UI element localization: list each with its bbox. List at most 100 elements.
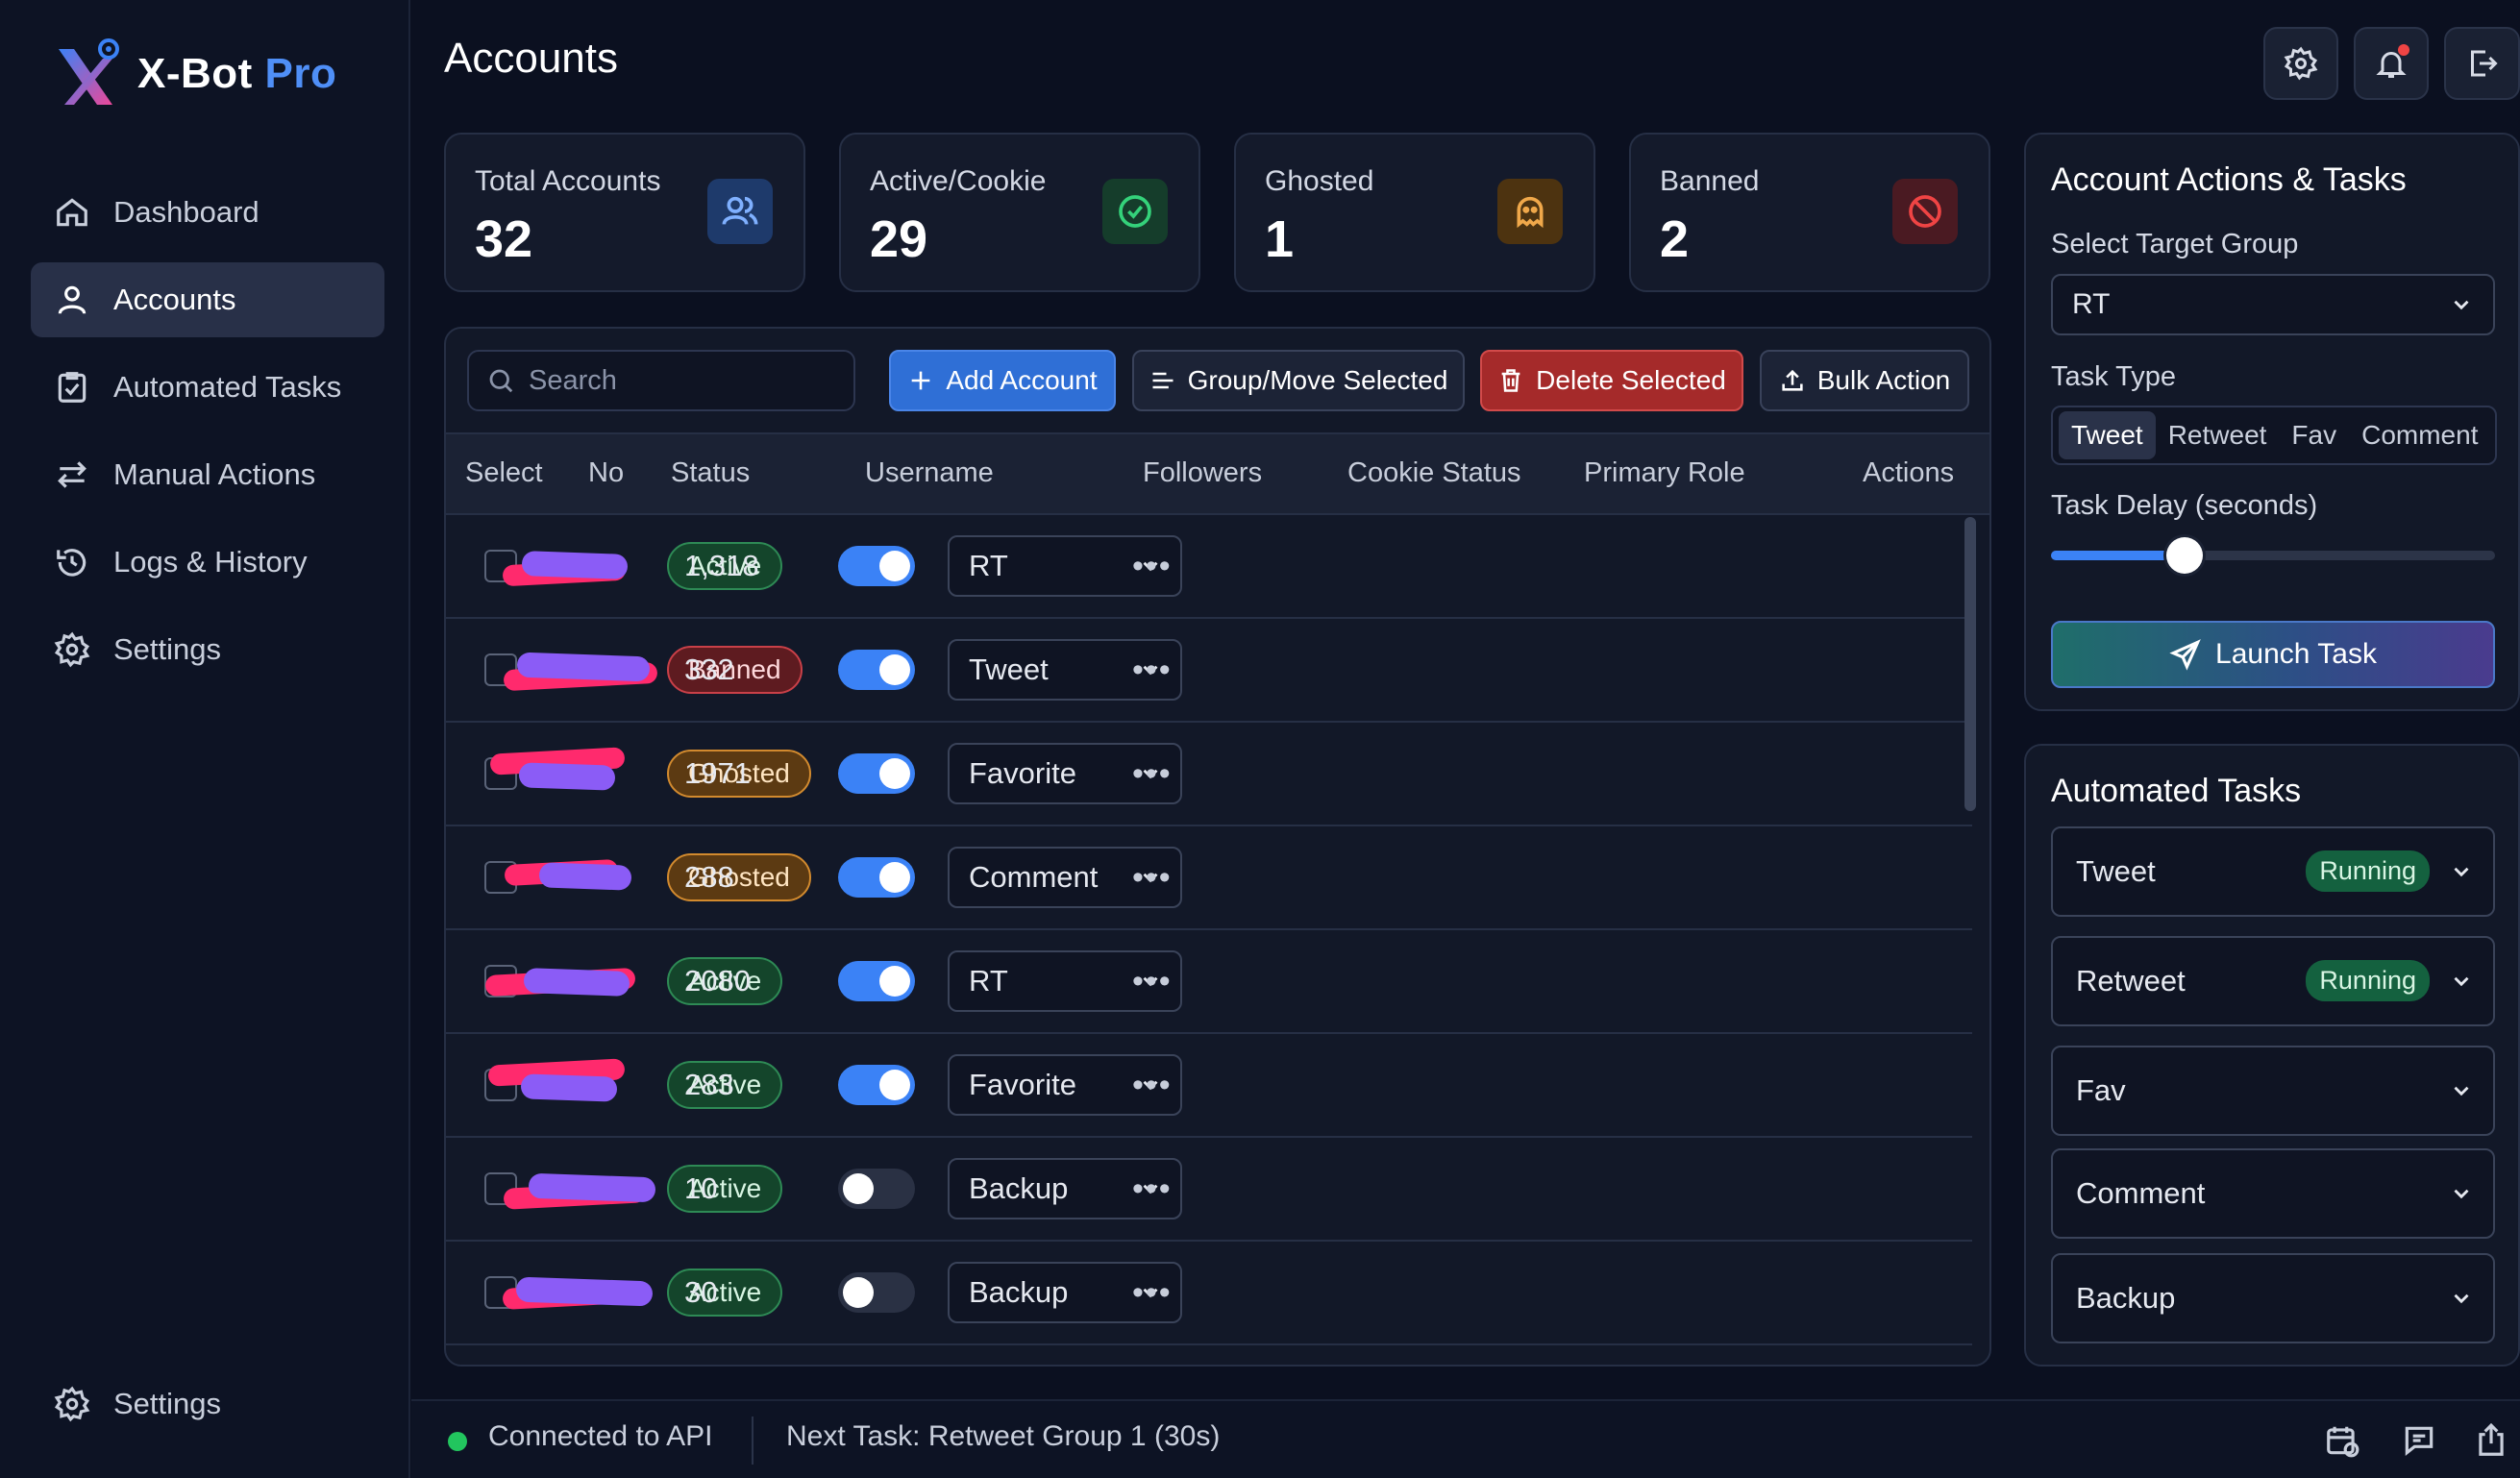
sidebar-item-logs-history[interactable]: Logs & History — [31, 525, 384, 600]
next-task-text: Next Task: Retweet Group 1 (30s) — [786, 1420, 1221, 1452]
column-header-followers: Followers — [1143, 457, 1263, 488]
stat-value: 29 — [870, 210, 928, 268]
table-row[interactable]: 1 Active 1,318 RT ••• — [446, 515, 1972, 619]
panel-title: Account Actions & Tasks — [2051, 161, 2407, 198]
more-actions-icon[interactable]: ••• — [1132, 755, 1173, 793]
username-redacted — [489, 723, 626, 825]
cookie-toggle[interactable] — [838, 753, 915, 794]
cookie-status-cell — [838, 826, 915, 928]
delete-selected-button[interactable]: Delete Selected — [1480, 350, 1743, 411]
task-status-badge: Running — [2306, 850, 2430, 893]
search-box[interactable] — [467, 350, 855, 411]
table-row[interactable]: 5 Active 2080 RT ••• — [446, 930, 1972, 1034]
task-type-retweet[interactable]: Retweet — [2156, 411, 2280, 459]
table-row[interactable]: 7 Active 10 Backup ••• — [446, 1138, 1972, 1242]
search-input[interactable] — [529, 364, 836, 397]
more-actions-icon[interactable]: ••• — [1132, 548, 1173, 585]
redaction-mark — [503, 641, 658, 699]
automated-task-item[interactable]: Fav — [2051, 1045, 2495, 1136]
divider — [752, 1416, 754, 1465]
slider-handle[interactable] — [2165, 537, 2203, 574]
status-bar: Connected to API Next Task: Retweet Grou… — [411, 1399, 2520, 1478]
cookie-toggle[interactable] — [838, 961, 915, 1001]
stat-card-ghosted: Ghosted 1 — [1234, 133, 1595, 292]
more-actions-icon[interactable]: ••• — [1132, 963, 1173, 1000]
history-icon — [54, 544, 90, 580]
primary-role-value: Comment — [969, 860, 1099, 894]
actions-cell: ••• — [1132, 1034, 1173, 1136]
stat-value: 1 — [1265, 210, 1295, 268]
share-icon[interactable] — [2473, 1422, 2509, 1459]
primary-role-value: Backup — [969, 1275, 1069, 1309]
actions-cell: ••• — [1132, 1242, 1173, 1343]
chat-icon[interactable] — [2401, 1422, 2437, 1459]
chevron-down-icon — [2454, 1189, 2469, 1198]
target-group-select[interactable]: RT — [2051, 274, 2495, 335]
automated-task-item[interactable]: Tweet Running — [2051, 825, 2495, 917]
cookie-toggle[interactable] — [838, 857, 915, 898]
more-actions-icon[interactable]: ••• — [1132, 1067, 1173, 1104]
cookie-toggle[interactable] — [838, 546, 915, 586]
more-actions-icon[interactable]: ••• — [1132, 1274, 1173, 1312]
cookie-toggle[interactable] — [838, 650, 915, 690]
more-actions-icon[interactable]: ••• — [1132, 652, 1173, 689]
cookie-toggle[interactable] — [838, 1169, 915, 1209]
notifications-button[interactable] — [2354, 27, 2429, 100]
sidebar-item-label: Dashboard — [113, 195, 259, 229]
logout-button[interactable] — [2444, 27, 2520, 100]
sidebar-item-settings-bottom[interactable]: Settings — [31, 1367, 384, 1441]
task-type-fav[interactable]: Fav — [2279, 411, 2349, 459]
automated-task-item[interactable]: Retweet Running — [2051, 935, 2495, 1026]
followers-count: 1971 — [684, 756, 751, 790]
swap-arrows-icon — [54, 456, 90, 493]
automated-task-item[interactable]: Comment — [2051, 1147, 2495, 1239]
sidebar-item-dashboard[interactable]: Dashboard — [31, 175, 384, 250]
sidebar-item-label: Settings — [113, 632, 222, 666]
add-account-button[interactable]: Add Account — [889, 350, 1116, 411]
table-scrollbar[interactable] — [1964, 517, 1976, 811]
more-actions-icon[interactable]: ••• — [1132, 859, 1173, 897]
home-icon — [54, 194, 90, 231]
table-row[interactable]: 8 Active 30 Backup ••• — [446, 1242, 1972, 1345]
task-type-tweet[interactable]: Tweet — [2059, 411, 2156, 459]
cookie-toggle[interactable] — [838, 1065, 915, 1105]
automated-tasks-panel: Automated Tasks Tweet Running Retweet Runni… — [2024, 744, 2520, 1367]
primary-role-value: RT — [969, 549, 1008, 582]
sidebar-item-settings[interactable]: Settings — [31, 612, 384, 687]
task-delay-slider[interactable] — [2051, 537, 2495, 574]
table-row[interactable]: 6 Active 283 Favorite ••• — [446, 1034, 1972, 1138]
app-root: X-Bot Pro Dashboard Accounts Automated T… — [0, 0, 2520, 1478]
button-label: Bulk Action — [1816, 365, 1951, 395]
sidebar-item-accounts[interactable]: Accounts — [31, 262, 384, 337]
task-name: Tweet — [2076, 853, 2156, 888]
page-title: Accounts — [444, 35, 618, 82]
table-row[interactable]: 2 Banned 332 Tweet ••• — [446, 619, 1972, 723]
connection-status: Connected to API — [488, 1420, 713, 1452]
button-label: Group/Move Selected — [1187, 365, 1448, 395]
sidebar-nav: Dashboard Accounts Automated Tasks Manua… — [31, 175, 384, 700]
cookie-toggle[interactable] — [838, 1272, 915, 1313]
automated-task-item[interactable]: Backup — [2051, 1252, 2495, 1343]
bulk-action-button[interactable]: Bulk Action — [1760, 350, 1969, 411]
calendar-clock-icon[interactable] — [2324, 1422, 2360, 1459]
column-header-actions: Actions — [1863, 457, 1955, 488]
primary-role-value: Favorite — [969, 1068, 1076, 1101]
more-actions-icon[interactable]: ••• — [1132, 1170, 1173, 1208]
task-type-comment[interactable]: Comment — [2349, 411, 2490, 459]
chevron-down-icon — [2454, 300, 2469, 310]
connection-indicator — [448, 1432, 467, 1451]
sidebar-item-automated-tasks[interactable]: Automated Tasks — [31, 350, 384, 425]
launch-task-button[interactable]: Launch Task — [2051, 621, 2495, 688]
sidebar-item-manual-actions[interactable]: Manual Actions — [31, 437, 384, 512]
group-move-button[interactable]: Group/Move Selected — [1132, 350, 1465, 411]
search-icon — [489, 369, 513, 393]
table-row[interactable]: 4 Ghosted 288 Comment ••• — [446, 826, 1972, 930]
table-row[interactable]: 3 Ghosted 1971 Favorite ••• — [446, 723, 1972, 826]
column-header-no: No — [588, 457, 625, 488]
chevron-down-icon — [2454, 1086, 2469, 1096]
stat-card-banned: Banned 2 — [1629, 133, 1990, 292]
app-logo[interactable]: X-Bot Pro — [53, 31, 336, 117]
send-icon — [2169, 639, 2201, 671]
redaction-mark — [503, 1160, 663, 1218]
settings-button[interactable] — [2263, 27, 2338, 100]
